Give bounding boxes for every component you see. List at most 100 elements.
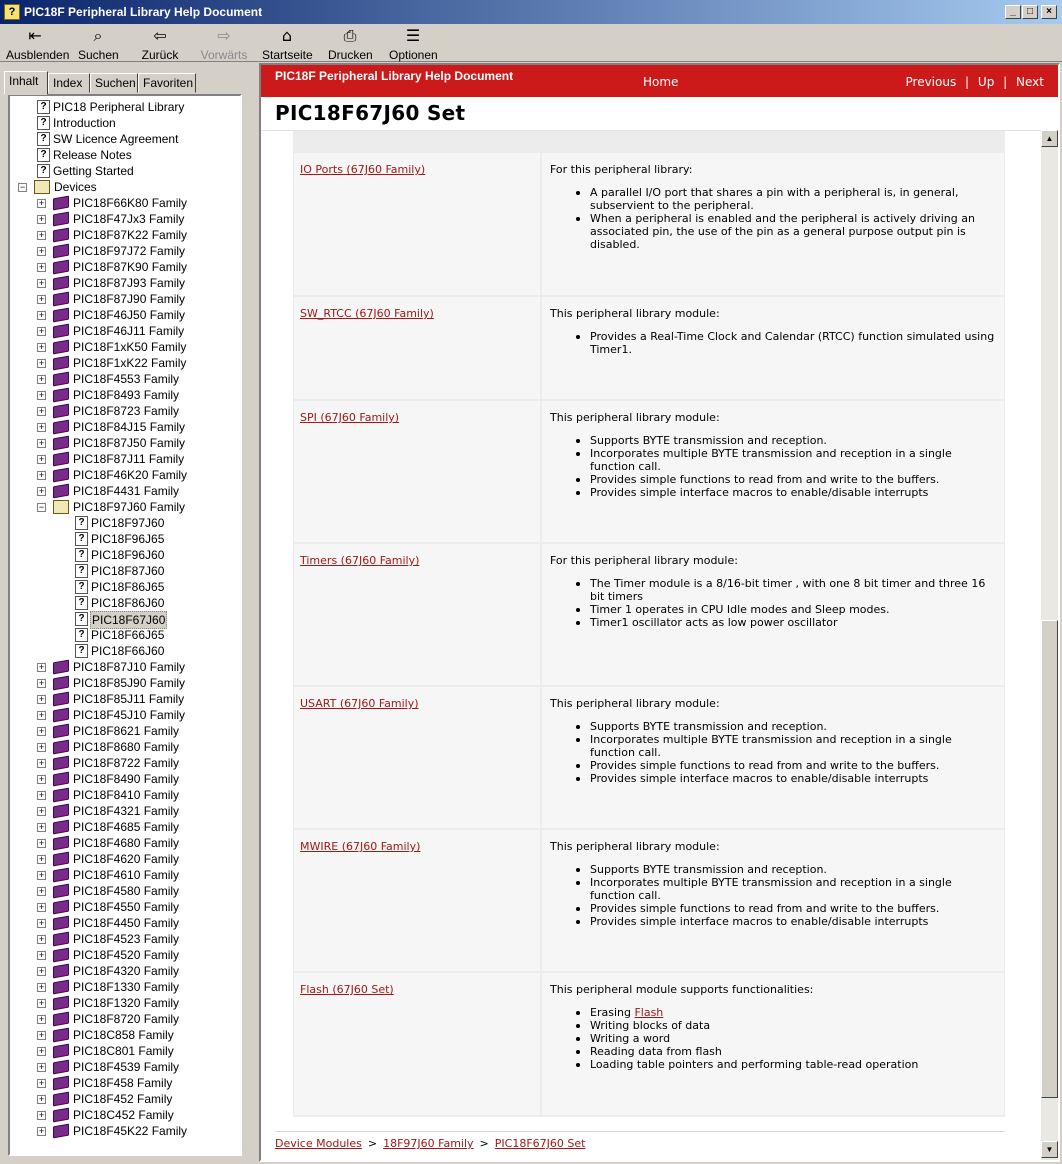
expand-icon[interactable]: + (37, 487, 46, 496)
breadcrumb-set[interactable]: PIC18F67J60 Set (495, 1137, 586, 1150)
expand-icon[interactable]: + (37, 215, 46, 224)
expand-icon[interactable]: + (37, 727, 46, 736)
tree-item[interactable]: + PIC18F8493 Family (10, 387, 240, 403)
expand-icon[interactable]: + (37, 759, 46, 768)
tree-item[interactable]: ? Introduction (10, 115, 240, 131)
tree-item[interactable]: + PIC18C801 Family (10, 1043, 240, 1059)
expand-icon[interactable]: + (37, 887, 46, 896)
tree-item[interactable]: ? PIC18F67J60 (10, 611, 240, 629)
module-link[interactable]: IO Ports (67J60 Family) (300, 163, 425, 176)
expand-icon[interactable]: + (37, 343, 46, 352)
tab-inhalt[interactable]: Inhalt (4, 71, 48, 95)
tree-item[interactable]: + PIC18F8720 Family (10, 1011, 240, 1027)
contents-tree[interactable]: ? PIC18 Peripheral Library? Introduction? S… (8, 94, 242, 1156)
tree-item[interactable]: + PIC18F8680 Family (10, 739, 240, 755)
expand-icon[interactable]: + (37, 1111, 46, 1120)
expand-icon[interactable]: + (37, 199, 46, 208)
tree-item[interactable]: + PIC18F4431 Family (10, 483, 240, 499)
print-button[interactable]: ⎙ Drucken (328, 26, 373, 62)
tree-item[interactable]: + PIC18F4580 Family (10, 883, 240, 899)
expand-icon[interactable]: + (37, 663, 46, 672)
expand-icon[interactable]: + (37, 919, 46, 928)
tree-item[interactable]: + PIC18F4523 Family (10, 931, 240, 947)
breadcrumb-device-modules[interactable]: Device Modules (275, 1137, 362, 1150)
expand-icon[interactable]: + (37, 391, 46, 400)
tree-item[interactable]: ? Release Notes (10, 147, 240, 163)
tree-item[interactable]: ? PIC18 Peripheral Library (10, 99, 240, 115)
minimize-icon[interactable]: _ (1005, 5, 1021, 19)
expand-icon[interactable]: + (37, 295, 46, 304)
tree-item[interactable]: ? PIC18F66J65 (10, 627, 240, 643)
tree-item[interactable]: + PIC18F87J93 Family (10, 275, 240, 291)
options-button[interactable]: ☰ Optionen (389, 26, 438, 62)
tree-item[interactable]: + PIC18F4321 Family (10, 803, 240, 819)
tree-item[interactable]: + PIC18F8410 Family (10, 787, 240, 803)
expand-icon[interactable]: + (37, 1047, 46, 1056)
maximize-icon[interactable]: □ (1022, 5, 1038, 19)
tree-item[interactable]: + PIC18F46J11 Family (10, 323, 240, 339)
tree-item[interactable]: + PIC18F8722 Family (10, 755, 240, 771)
expand-icon[interactable]: + (37, 967, 46, 976)
expand-icon[interactable]: + (37, 775, 46, 784)
expand-icon[interactable]: + (37, 695, 46, 704)
module-link[interactable]: SW_RTCC (67J60 Family) (300, 307, 434, 320)
expand-icon[interactable]: + (37, 807, 46, 816)
expand-icon[interactable]: + (37, 823, 46, 832)
module-link[interactable]: SPI (67J60 Family) (300, 411, 399, 424)
module-link[interactable]: Flash (67J60 Set) (300, 983, 394, 996)
tree-item[interactable]: + PIC18F87K22 Family (10, 227, 240, 243)
tree-item[interactable]: + PIC18F1xK22 Family (10, 355, 240, 371)
expand-icon[interactable]: + (37, 983, 46, 992)
tree-item[interactable]: + PIC18F458 Family (10, 1075, 240, 1091)
tree-item[interactable]: + PIC18F85J90 Family (10, 675, 240, 691)
module-link[interactable]: Timers (67J60 Family) (300, 554, 419, 567)
tree-item[interactable]: + PIC18F84J15 Family (10, 419, 240, 435)
next-link[interactable]: Next (1016, 75, 1044, 89)
expand-icon[interactable]: + (37, 903, 46, 912)
tree-item[interactable]: + PIC18F87K90 Family (10, 259, 240, 275)
scroll-down-icon[interactable]: ▼ (1041, 1141, 1058, 1158)
tree-item[interactable]: + PIC18F87J10 Family (10, 659, 240, 675)
tree-item[interactable]: + PIC18F452 Family (10, 1091, 240, 1107)
tree-item[interactable]: + PIC18F4450 Family (10, 915, 240, 931)
tree-item[interactable]: + PIC18F4550 Family (10, 899, 240, 915)
tree-item[interactable]: + PIC18F87J50 Family (10, 435, 240, 451)
tree-item[interactable]: ? SW Licence Agreement (10, 131, 240, 147)
expand-icon[interactable]: + (37, 1079, 46, 1088)
window-title-bar[interactable]: ? PIC18F Peripheral Library Help Documen… (0, 0, 1062, 24)
tree-item[interactable]: + PIC18F45K22 Family (10, 1123, 240, 1139)
home-link[interactable]: Home (643, 75, 678, 89)
tree-item[interactable]: + PIC18F85J11 Family (10, 691, 240, 707)
expand-icon[interactable]: + (37, 951, 46, 960)
tab-favoriten[interactable]: Favoriten (138, 73, 196, 93)
hide-button[interactable]: ⇤ Ausblenden (6, 26, 69, 62)
tree-item[interactable]: + PIC18F47Jx3 Family (10, 211, 240, 227)
flash-link[interactable]: Flash (634, 1006, 663, 1019)
expand-icon[interactable]: + (37, 1031, 46, 1040)
expand-icon[interactable]: + (37, 1095, 46, 1104)
tree-item[interactable]: + PIC18F66K80 Family (10, 195, 240, 211)
up-link[interactable]: Up (978, 75, 994, 89)
tree-item[interactable]: + PIC18F4610 Family (10, 867, 240, 883)
expand-icon[interactable]: + (37, 1063, 46, 1072)
expand-icon[interactable]: + (37, 423, 46, 432)
tree-item[interactable]: + PIC18F87J90 Family (10, 291, 240, 307)
expand-icon[interactable]: + (37, 471, 46, 480)
tree-item[interactable]: ? Getting Started (10, 163, 240, 179)
expand-icon[interactable]: + (37, 839, 46, 848)
expand-icon[interactable]: + (37, 247, 46, 256)
module-link[interactable]: USART (67J60 Family) (300, 697, 419, 710)
expand-icon[interactable]: + (37, 871, 46, 880)
vertical-scrollbar[interactable]: ▲ ▼ (1041, 130, 1058, 1160)
previous-link[interactable]: Previous (906, 75, 957, 89)
collapse-icon[interactable]: − (37, 503, 46, 512)
tree-item[interactable]: + PIC18F46K20 Family (10, 467, 240, 483)
home-button[interactable]: ⌂ Startseite (262, 26, 313, 62)
tree-item[interactable]: ? PIC18F86J65 (10, 579, 240, 595)
tree-item[interactable]: ? PIC18F96J60 (10, 547, 240, 563)
expand-icon[interactable]: + (37, 1127, 46, 1136)
search-button[interactable]: ⌕ Suchen (78, 26, 119, 62)
tree-item[interactable]: + PIC18F1330 Family (10, 979, 240, 995)
expand-icon[interactable]: + (37, 359, 46, 368)
tree-item[interactable]: + PIC18F1320 Family (10, 995, 240, 1011)
